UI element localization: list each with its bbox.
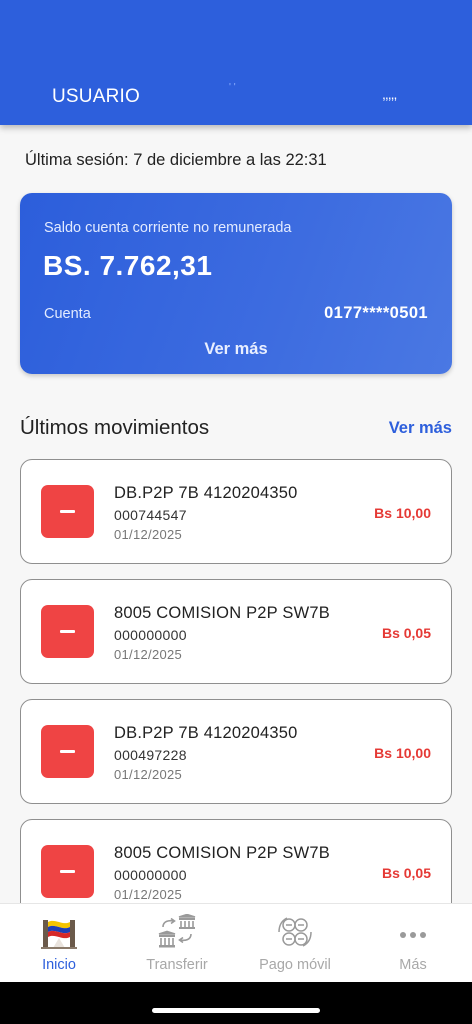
home-flag-icon [0, 913, 118, 951]
app-header: USUARIO ' ' ,,,,, [0, 0, 472, 125]
movement-reference: 000000000 [114, 627, 187, 643]
nav-pago-movil[interactable]: Pago móvil [236, 904, 354, 983]
movement-reference: 000744547 [114, 507, 187, 523]
system-home-bar [0, 982, 472, 1024]
home-screen: USUARIO ' ' ,,,,, Última sesión: 7 de di… [0, 0, 472, 1024]
last-session-text: Última sesión: 7 de diciembre a las 22:3… [25, 151, 327, 169]
balance-amount: BS. 7.762,31 [43, 250, 213, 281]
home-indicator[interactable] [152, 1008, 320, 1013]
movements-list[interactable]: DB.P2P 7B 4120204350 000744547 01/12/202… [0, 440, 472, 903]
bank-transfer-icon [118, 913, 236, 951]
user-name: USUARIO [52, 86, 140, 107]
movement-date: 01/12/2025 [114, 527, 183, 542]
nav-inicio-label: Inicio [42, 957, 76, 973]
movement-amount: Bs 0,05 [381, 865, 431, 881]
bottom-navigation: Inicio Transferir Pago móvil Más [0, 903, 472, 982]
debit-minus-icon [41, 605, 94, 658]
nav-inicio[interactable]: Inicio [0, 904, 118, 983]
more-dots-icon [354, 913, 472, 951]
nav-mas[interactable]: Más [354, 904, 472, 983]
nav-mas-label: Más [399, 957, 427, 973]
movement-date: 01/12/2025 [114, 767, 183, 782]
movement-title: 8005 COMISION P2P SW7B [114, 604, 330, 622]
nav-pago-movil-label: Pago móvil [259, 957, 331, 973]
movement-item[interactable]: 8005 COMISION P2P SW7B 000000000 01/12/2… [20, 579, 452, 684]
header-mark: ' ' [229, 82, 236, 93]
movement-reference: 000000000 [114, 867, 187, 883]
mobile-payment-icon [236, 913, 354, 951]
debit-minus-icon [41, 485, 94, 538]
balance-caption: Saldo cuenta corriente no remunerada [44, 220, 292, 236]
header-right-mark: ,,,,, [382, 86, 397, 102]
movements-more-link[interactable]: Ver más [389, 419, 452, 438]
movement-item[interactable]: DB.P2P 7B 4120204350 000744547 01/12/202… [20, 459, 452, 564]
balance-card: Saldo cuenta corriente no remunerada BS.… [20, 193, 452, 374]
movement-title: DB.P2P 7B 4120204350 [114, 724, 298, 742]
balance-more-button[interactable]: Ver más [20, 340, 452, 359]
nav-transferir-label: Transferir [146, 957, 208, 973]
movement-date: 01/12/2025 [114, 887, 183, 902]
movement-item[interactable]: 8005 COMISION P2P SW7B 000000000 01/12/2… [20, 819, 452, 903]
nav-transferir[interactable]: Transferir [118, 904, 236, 983]
account-number: 0177****0501 [324, 304, 428, 322]
movement-amount: Bs 0,05 [381, 625, 431, 641]
movement-date: 01/12/2025 [114, 647, 183, 662]
movement-reference: 000497228 [114, 747, 187, 763]
movement-title: 8005 COMISION P2P SW7B [114, 844, 330, 862]
debit-minus-icon [41, 725, 94, 778]
movement-item[interactable]: DB.P2P 7B 4120204350 000497228 01/12/202… [20, 699, 452, 804]
movement-amount: Bs 10,00 [374, 505, 431, 521]
movement-title: DB.P2P 7B 4120204350 [114, 484, 298, 502]
movement-amount: Bs 10,00 [374, 745, 431, 761]
account-label: Cuenta [44, 306, 91, 322]
movements-title: Últimos movimientos [20, 416, 210, 439]
debit-minus-icon [41, 845, 94, 898]
